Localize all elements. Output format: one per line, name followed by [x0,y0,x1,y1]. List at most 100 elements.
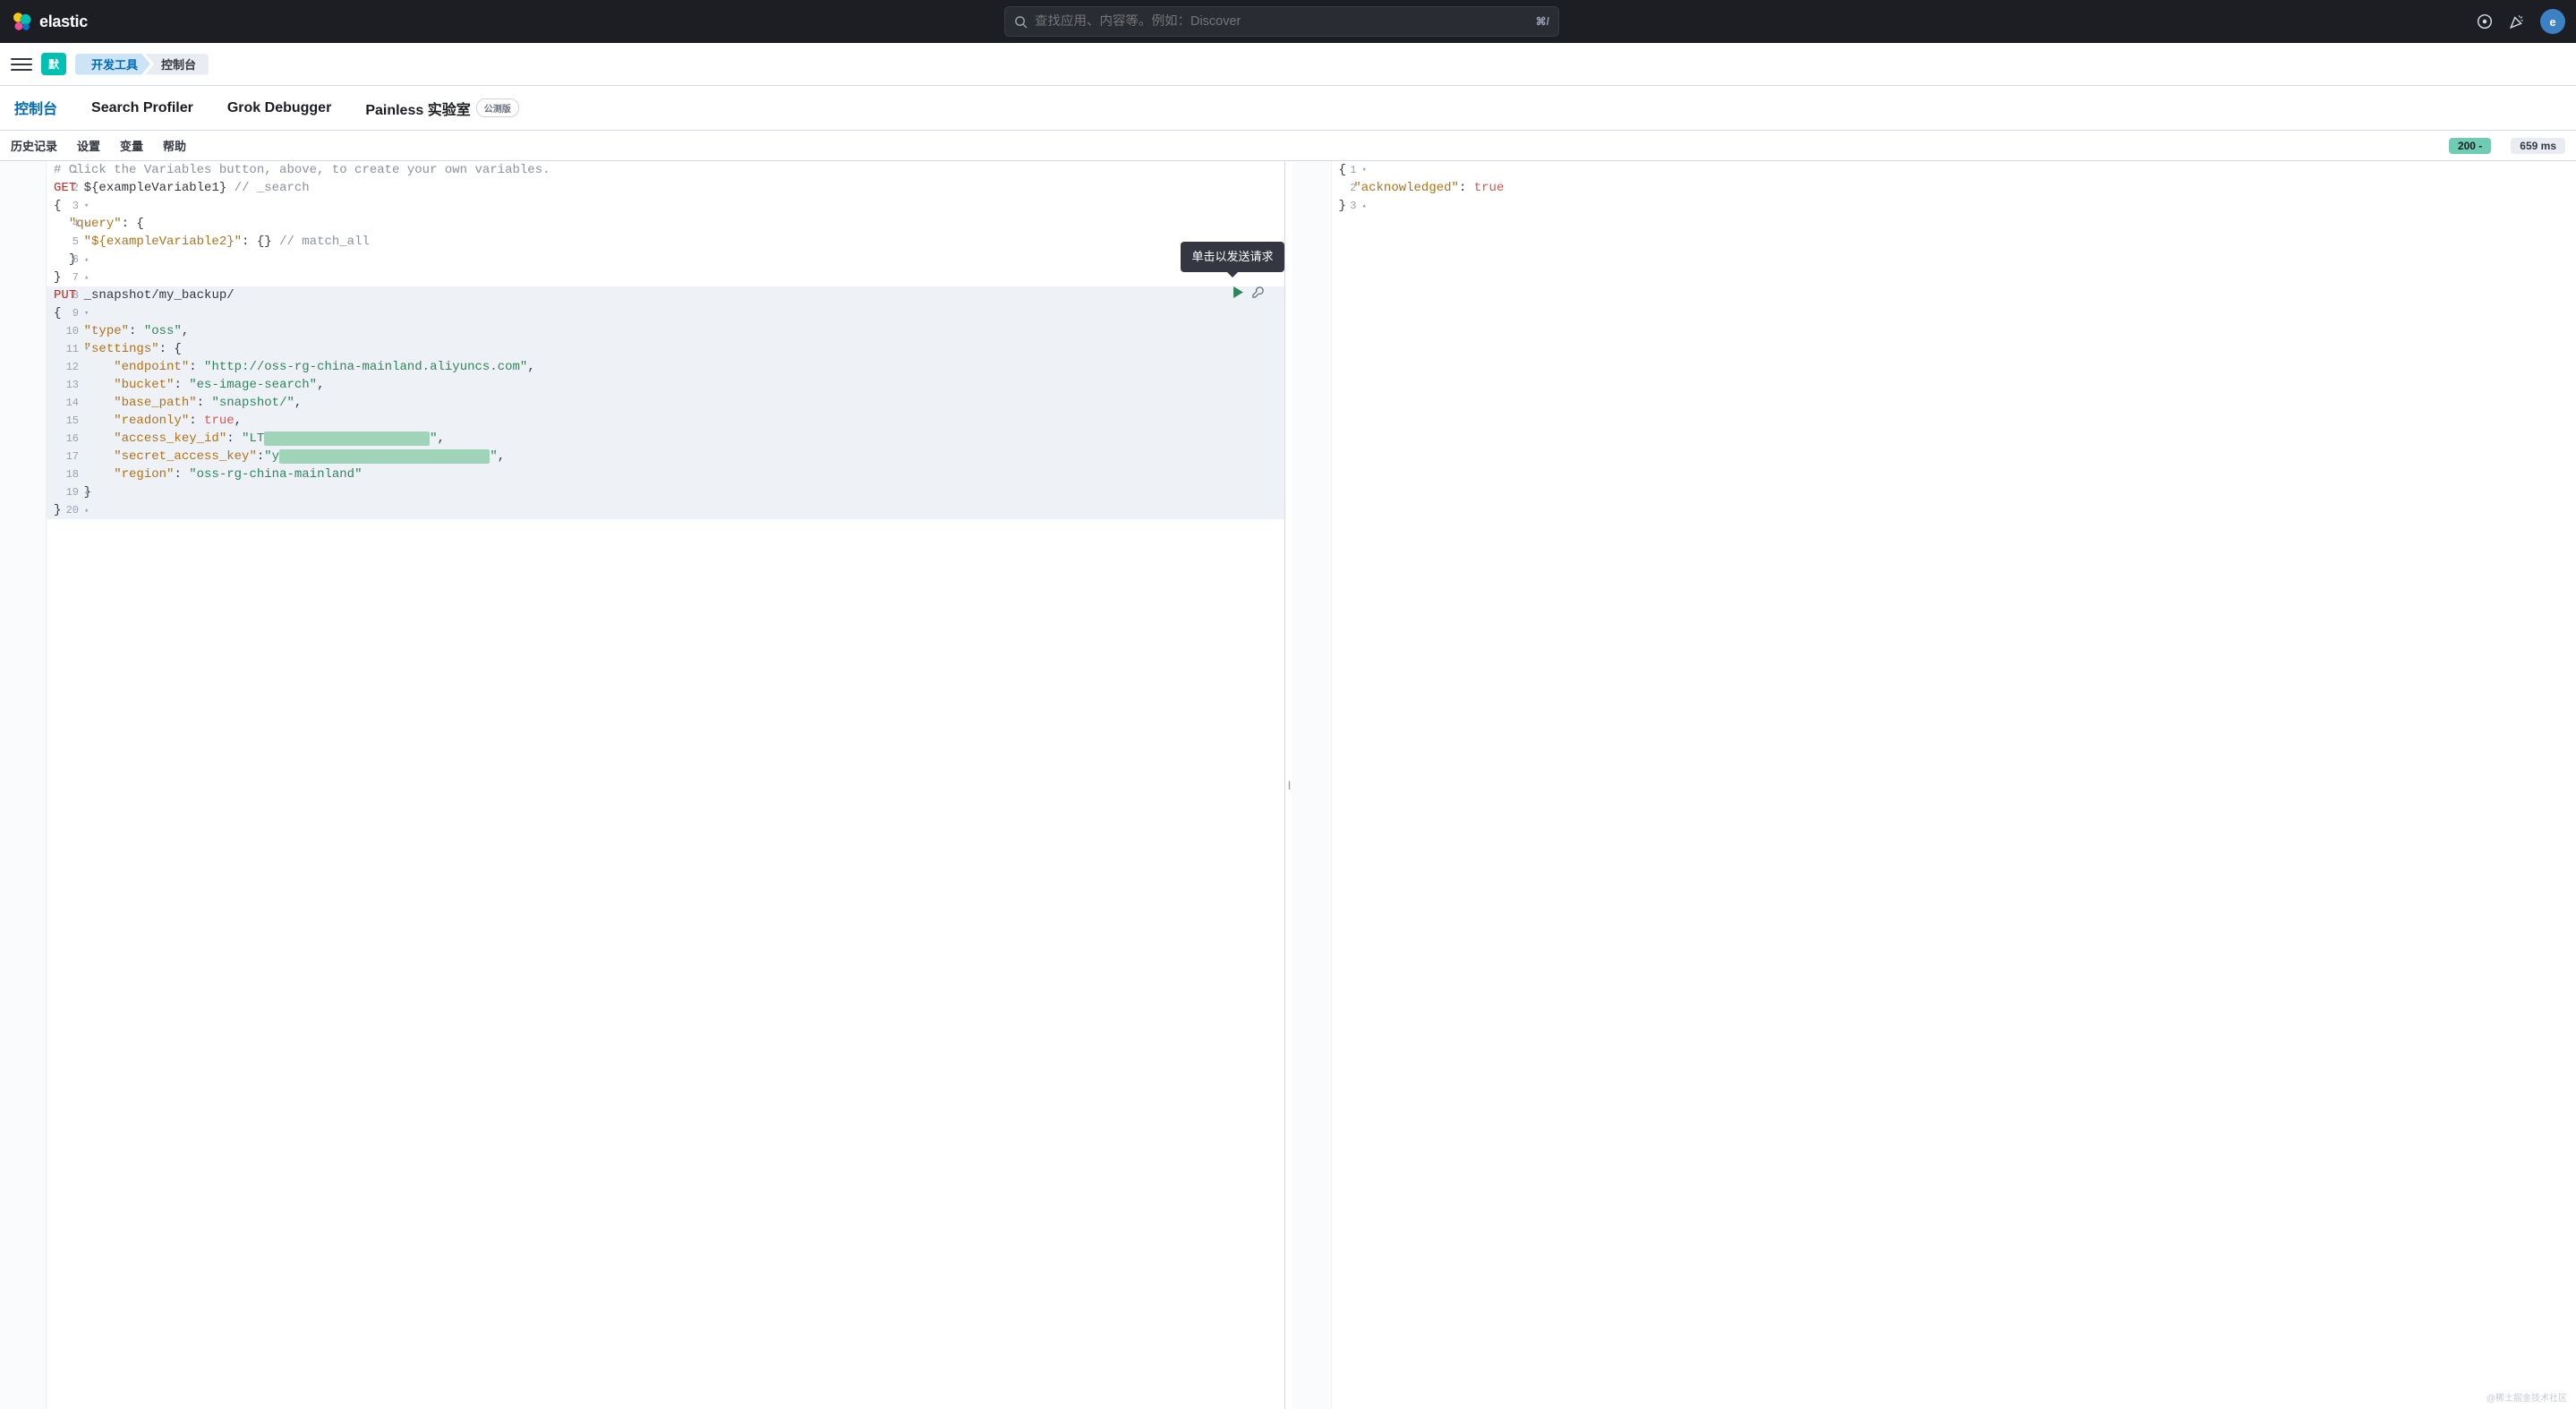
request-actions [1233,286,1265,304]
toolbar-history[interactable]: 历史记录 [11,137,57,154]
wrench-icon[interactable] [1251,286,1265,305]
line-number: 6 [47,251,82,269]
fold-icon[interactable]: ▴ [84,251,91,269]
line-number: 20 [47,501,82,519]
line-number: 9 [47,304,82,322]
fold-icon[interactable]: ▴ [84,269,91,286]
code-line[interactable]: 17 "secret_access_key":"yXXXXXXXXXXXXXXX… [47,448,1284,465]
tab-label: 控制台 [14,97,57,118]
search-shortcut: ⌘/ [1536,15,1549,28]
code-line[interactable]: 18 "region": "oss-rg-china-mainland" [47,465,1284,483]
line-number: 4 [47,215,82,233]
code-line[interactable]: 7▴} [47,269,1284,286]
code-line[interactable]: 11▾ "settings": { [47,340,1284,358]
code-line[interactable]: 2 "acknowledged": true [1332,179,2576,197]
code-line[interactable]: 5 "${exampleVariable2}": {} // match_all [47,233,1284,251]
code-line[interactable]: 16 "access_key_id": "LTXXXXXXXXXXXXXXXXX… [47,430,1284,448]
breadcrumb: 开发工具 控制台 [75,54,209,75]
tab-1[interactable]: Search Profiler [88,88,197,129]
line-number: 5 [47,233,82,251]
fold-icon[interactable]: ▾ [84,304,91,322]
code-line[interactable]: 1# Click the Variables button, above, to… [47,161,1284,179]
secondary-header: 默 开发工具 控制台 [0,43,2576,86]
line-number: 3 [1332,197,1361,215]
console-toolbar: 历史记录 设置 变量 帮助 200 - 659 ms [0,131,2576,161]
code-line[interactable]: 2GET ${exampleVariable1} // _search [47,179,1284,197]
code-line[interactable]: 20▴} [47,501,1284,519]
deployment-badge[interactable]: 默 [41,53,66,75]
response-status-code: 200 - [2449,138,2491,154]
line-number: 3 [47,197,82,215]
request-gutter [0,161,47,1409]
line-number: 18 [47,465,82,483]
editor-split: 1# Click the Variables button, above, to… [0,161,2576,1409]
tab-3[interactable]: Painless 实验室公测版 [362,85,522,132]
code-line[interactable]: 3▴} [1332,197,2576,215]
code-line[interactable]: 1▾{ [1332,161,2576,179]
fold-icon[interactable]: ▾ [84,197,91,215]
line-number: 16 [47,430,82,448]
line-number: 14 [47,394,82,412]
line-number: 15 [47,412,82,430]
app-tabs: 控制台 Search Profiler Grok Debugger Painless … [0,86,2576,131]
line-text: "${exampleVariable2}": {} // match_all [47,233,370,251]
brand-name: elastic [39,13,88,31]
global-search-box[interactable]: ⌘/ [1004,6,1559,37]
tab-0[interactable]: 控制台 [11,84,61,132]
line-text: "secret_access_key":"yXXXXXXXXXXXXXXXXXX… [47,448,505,465]
news-icon[interactable] [2476,13,2494,30]
play-icon[interactable] [1233,286,1244,304]
line-text: "region": "oss-rg-china-mainland" [47,465,362,483]
fold-icon[interactable]: ▴ [84,501,91,519]
line-number: 10 [47,322,82,340]
toolbar-variables[interactable]: 变量 [120,137,143,154]
line-text: "access_key_id": "LTXXXXXXXXXXXXXXXXXXXX… [47,430,445,448]
celebrate-icon[interactable] [2508,13,2526,30]
fold-icon[interactable]: ▾ [1362,161,1369,179]
code-line[interactable]: 8PUT _snapshot/my_backup/ [47,286,1284,304]
send-request-tooltip: 单击以发送请求 [1181,242,1284,272]
line-number: 17 [47,448,82,465]
fold-icon[interactable]: ▴ [1362,197,1369,215]
elastic-logo-icon [11,11,32,32]
header-actions: e [2476,9,2565,34]
code-line[interactable]: 6▴ } [47,251,1284,269]
line-number: 8 [47,286,82,304]
beta-badge: 公测版 [476,98,519,117]
nav-toggle-icon[interactable] [11,54,32,75]
line-number: 11 [47,340,82,358]
line-text: # Click the Variables button, above, to … [47,161,550,179]
code-line[interactable]: 3▾{ [47,197,1284,215]
line-number: 7 [47,269,82,286]
tab-label: Search Profiler [91,100,193,116]
line-number: 1 [47,161,82,179]
line-number: 1 [1332,161,1361,179]
code-line[interactable]: 9▾{ [47,304,1284,322]
code-line[interactable]: 4▾ "query": { [47,215,1284,233]
split-handle[interactable]: || [1285,161,1292,1409]
fold-icon[interactable]: ▴ [84,483,91,501]
fold-icon[interactable]: ▾ [84,340,91,358]
response-latency: 659 ms [2511,138,2565,154]
line-number: 12 [47,358,82,376]
breadcrumb-devtools[interactable]: 开发工具 [75,54,150,75]
code-line[interactable]: 12 "endpoint": "http://oss-rg-china-main… [47,358,1284,376]
toolbar-settings[interactable]: 设置 [77,137,100,154]
user-avatar[interactable]: e [2540,9,2565,34]
code-line[interactable]: 14 "base_path": "snapshot/", [47,394,1284,412]
fold-icon[interactable]: ▾ [84,215,91,233]
tab-label: Painless 实验室 [365,98,470,119]
response-gutter [1292,161,1332,1409]
toolbar-help[interactable]: 帮助 [163,137,186,154]
global-search-input[interactable] [1035,14,1529,29]
line-text: GET ${exampleVariable1} // _search [47,179,310,197]
code-line[interactable]: 15 "readonly": true, [47,412,1284,430]
brand-logo[interactable]: elastic [11,11,88,32]
code-line[interactable]: 19▴ } [47,483,1284,501]
request-pane[interactable]: 1# Click the Variables button, above, to… [0,161,1285,1409]
tab-2[interactable]: Grok Debugger [224,88,335,129]
breadcrumb-console: 控制台 [145,54,209,75]
response-pane[interactable]: 1▾{2 "acknowledged": true3▴} [1292,161,2576,1409]
code-line[interactable]: 10 "type": "oss", [47,322,1284,340]
code-line[interactable]: 13 "bucket": "es-image-search", [47,376,1284,394]
